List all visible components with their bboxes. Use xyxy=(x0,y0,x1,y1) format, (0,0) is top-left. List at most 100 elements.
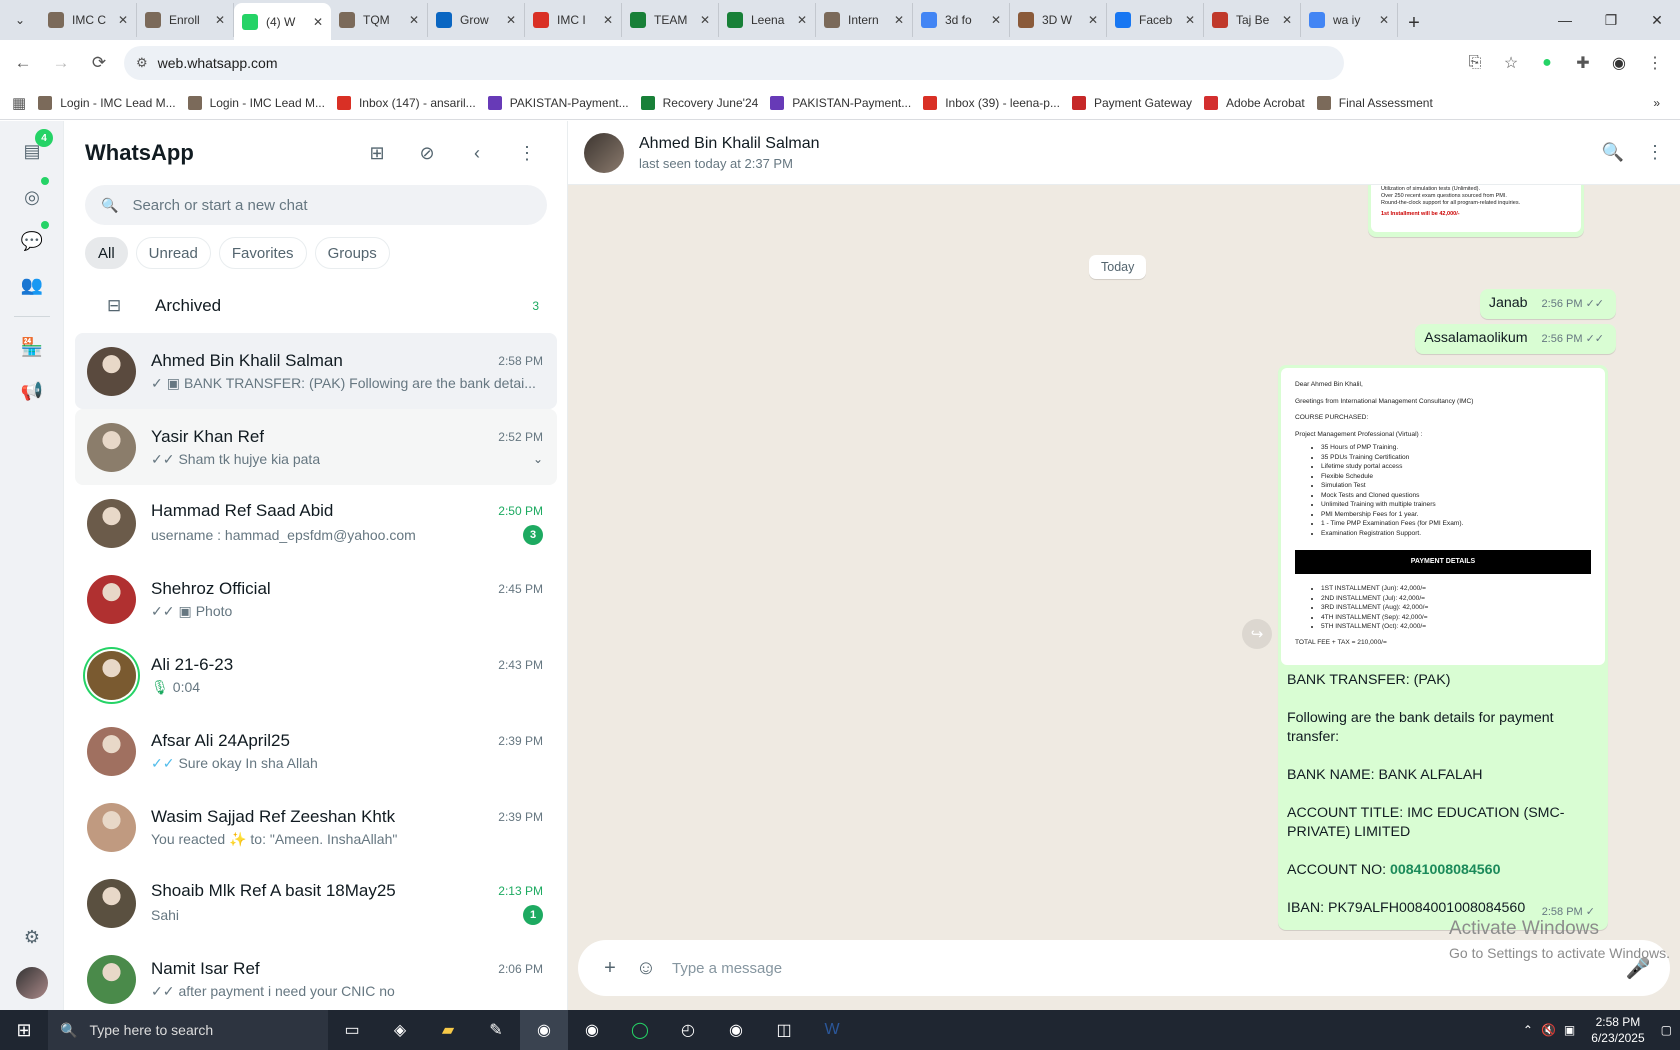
advertise-icon[interactable]: 📢 xyxy=(16,375,48,407)
install-app-icon[interactable]: ⎘ xyxy=(1460,48,1490,78)
bookmark-overflow-icon[interactable]: » xyxy=(1653,96,1660,110)
browser-tab[interactable]: Faceb ✕ xyxy=(1107,3,1204,37)
bookmark-item[interactable]: PAKISTAN-Payment... xyxy=(770,95,911,110)
notifications-icon[interactable]: ▢ xyxy=(1661,1023,1672,1037)
volume-icon[interactable]: 🔇 xyxy=(1541,1023,1556,1037)
network-icon[interactable]: ▣ xyxy=(1564,1023,1575,1037)
browser-tab[interactable]: Leena ✕ xyxy=(719,3,816,37)
browser-tab[interactable]: Enroll ✕ xyxy=(137,3,234,37)
bookmark-item[interactable]: Inbox (39) - leena-p... xyxy=(923,95,1060,110)
avatar[interactable] xyxy=(87,954,136,1004)
avatar[interactable] xyxy=(87,726,136,776)
chrome-icon[interactable]: ◉ xyxy=(712,1010,760,1050)
close-window-button[interactable]: ✕ xyxy=(1634,0,1680,40)
bookmark-item[interactable]: Login - IMC Lead M... xyxy=(38,95,176,110)
search-messages-icon[interactable]: 🔍 xyxy=(1602,142,1624,163)
bookmark-item[interactable]: Recovery June'24 xyxy=(640,95,758,110)
chat-list-item[interactable]: Wasim Sajjad Ref Zeeshan Khtk 2:39 PM You… xyxy=(75,789,557,865)
hide-icon[interactable]: ⊘ xyxy=(407,133,447,173)
close-tab-icon[interactable]: ✕ xyxy=(700,13,710,27)
extension-whatsapp-icon[interactable]: ● xyxy=(1532,48,1562,78)
task-view-icon[interactable]: ▭ xyxy=(328,1010,376,1050)
apps-grid-icon[interactable]: ▦ xyxy=(12,94,26,112)
filter-favorites[interactable]: Favorites xyxy=(218,237,307,269)
browser-tab[interactable]: TQM ✕ xyxy=(331,3,428,37)
bookmark-item[interactable]: Login - IMC Lead M... xyxy=(187,95,325,110)
bookmark-item[interactable]: PAKISTAN-Payment... xyxy=(487,95,629,110)
browser-tab[interactable]: IMC C ✕ xyxy=(40,3,137,37)
close-tab-icon[interactable]: ✕ xyxy=(506,13,516,27)
close-tab-icon[interactable]: ✕ xyxy=(215,13,225,27)
message-bubble[interactable]: Assalamaolikum 2:56 PM ✓✓ xyxy=(1415,324,1616,354)
communities-icon[interactable]: 👥 xyxy=(16,269,48,301)
menu-icon[interactable]: ⋮ xyxy=(507,133,547,173)
close-tab-icon[interactable]: ✕ xyxy=(1282,13,1292,27)
archived-row[interactable]: ⊟ Archived 3 xyxy=(65,279,567,333)
browser-tab[interactable]: (4) W ✕ xyxy=(234,3,331,40)
emoji-sticker-icon[interactable]: ☺ xyxy=(628,950,664,986)
chrome-menu-icon[interactable]: ⋮ xyxy=(1640,48,1670,78)
close-tab-icon[interactable]: ✕ xyxy=(603,13,613,27)
chat-list-item[interactable]: Afsar Ali 24April25 2:39 PM ✓✓ Sure okay I… xyxy=(75,713,557,789)
search-input[interactable]: 🔍 Search or start a new chat xyxy=(85,185,547,225)
settings-icon[interactable]: ⚙ xyxy=(16,921,48,953)
message-bubble[interactable]: Janab 2:56 PM ✓✓ xyxy=(1479,289,1616,319)
address-bar[interactable]: ⚙ web.whatsapp.com xyxy=(124,46,1344,80)
attach-icon[interactable]: + xyxy=(592,950,628,986)
avatar[interactable] xyxy=(87,498,136,548)
chat-list-item[interactable]: Yasir Khan Ref 2:52 PM ✓✓ Sham tk hujye ki… xyxy=(75,409,557,485)
browser-tab[interactable]: IMC I ✕ xyxy=(525,3,622,37)
account-number-link[interactable]: 00841008084560 xyxy=(1390,862,1500,878)
browser-tab[interactable]: 3D W ✕ xyxy=(1010,3,1107,37)
avatar[interactable] xyxy=(87,650,136,700)
channels-icon[interactable]: 💬 xyxy=(16,225,48,257)
app-icon[interactable]: ◫ xyxy=(760,1010,808,1050)
close-tab-icon[interactable]: ✕ xyxy=(894,13,904,27)
status-icon[interactable]: ◎ xyxy=(16,181,48,213)
chat-list-item[interactable]: Shoaib Mlk Ref A basit 18May25 2:13 PM Sa… xyxy=(75,865,557,941)
app-icon[interactable]: ✎ xyxy=(472,1010,520,1050)
chat-list-item[interactable]: Namit Isar Ref 2:06 PM ✓✓ after payment i … xyxy=(75,941,557,1010)
chrome-icon[interactable]: ◉ xyxy=(568,1010,616,1050)
new-tab-button[interactable]: + xyxy=(1398,6,1430,40)
browser-tab[interactable]: TEAM ✕ xyxy=(622,3,719,37)
browser-tab[interactable]: Intern ✕ xyxy=(816,3,913,37)
clock[interactable]: 2:58 PM 6/23/2025 xyxy=(1591,1014,1644,1046)
bookmark-item[interactable]: Adobe Acrobat xyxy=(1204,95,1305,110)
chat-list-item[interactable]: Ali 21-6-23 2:43 PM 🎙 0:04 xyxy=(75,637,557,713)
profile-avatar[interactable]: ◉ xyxy=(1604,48,1634,78)
chevron-down-icon[interactable]: ⌄ xyxy=(533,452,543,466)
whatsapp-icon[interactable]: ◯ xyxy=(616,1010,664,1050)
avatar[interactable] xyxy=(87,574,136,624)
chat-list-item[interactable]: Ahmed Bin Khalil Salman 2:58 PM ✓ ▣ BANK TR… xyxy=(75,333,557,409)
forward-icon[interactable]: ↪ xyxy=(1242,619,1272,649)
close-tab-icon[interactable]: ✕ xyxy=(1088,13,1098,27)
bookmark-item[interactable]: Final Assessment xyxy=(1316,95,1433,110)
close-tab-icon[interactable]: ✕ xyxy=(991,13,1001,27)
collapse-icon[interactable]: ‹ xyxy=(457,133,497,173)
bookmark-item[interactable]: Payment Gateway xyxy=(1071,95,1192,110)
browser-tab[interactable]: 3d fo ✕ xyxy=(913,3,1010,37)
filter-groups[interactable]: Groups xyxy=(314,237,390,269)
browser-tab[interactable]: Grow ✕ xyxy=(428,3,525,37)
profile-avatar[interactable] xyxy=(16,967,48,999)
bookmark-star-icon[interactable]: ☆ xyxy=(1496,48,1526,78)
avatar[interactable] xyxy=(87,346,136,396)
conversation-header[interactable]: Ahmed Bin Khalil Salman last seen today … xyxy=(568,121,1680,185)
reload-button[interactable]: ⟳ xyxy=(84,48,114,78)
bank-details-message[interactable]: Dear Ahmed Bin Khalil, Greetings from In… xyxy=(1278,365,1608,930)
new-chat-icon[interactable]: ⊞ xyxy=(357,133,397,173)
image-message[interactable]: Utilization of simulation tests (Unlimit… xyxy=(1368,185,1584,237)
contact-avatar[interactable] xyxy=(584,132,624,173)
forward-button[interactable]: → xyxy=(46,48,76,78)
avatar[interactable] xyxy=(87,802,136,852)
close-tab-icon[interactable]: ✕ xyxy=(313,15,323,29)
file-explorer-icon[interactable]: ▰ xyxy=(424,1010,472,1050)
bookmark-item[interactable]: Inbox (147) - ansaril... xyxy=(336,95,476,110)
close-tab-icon[interactable]: ✕ xyxy=(409,13,419,27)
copilot-icon[interactable]: ◈ xyxy=(376,1010,424,1050)
filter-all[interactable]: All xyxy=(85,237,128,269)
minimize-button[interactable]: — xyxy=(1542,0,1588,40)
restore-button[interactable]: ❐ xyxy=(1588,0,1634,40)
taskbar-search[interactable]: 🔍 Type here to search xyxy=(48,1010,328,1050)
